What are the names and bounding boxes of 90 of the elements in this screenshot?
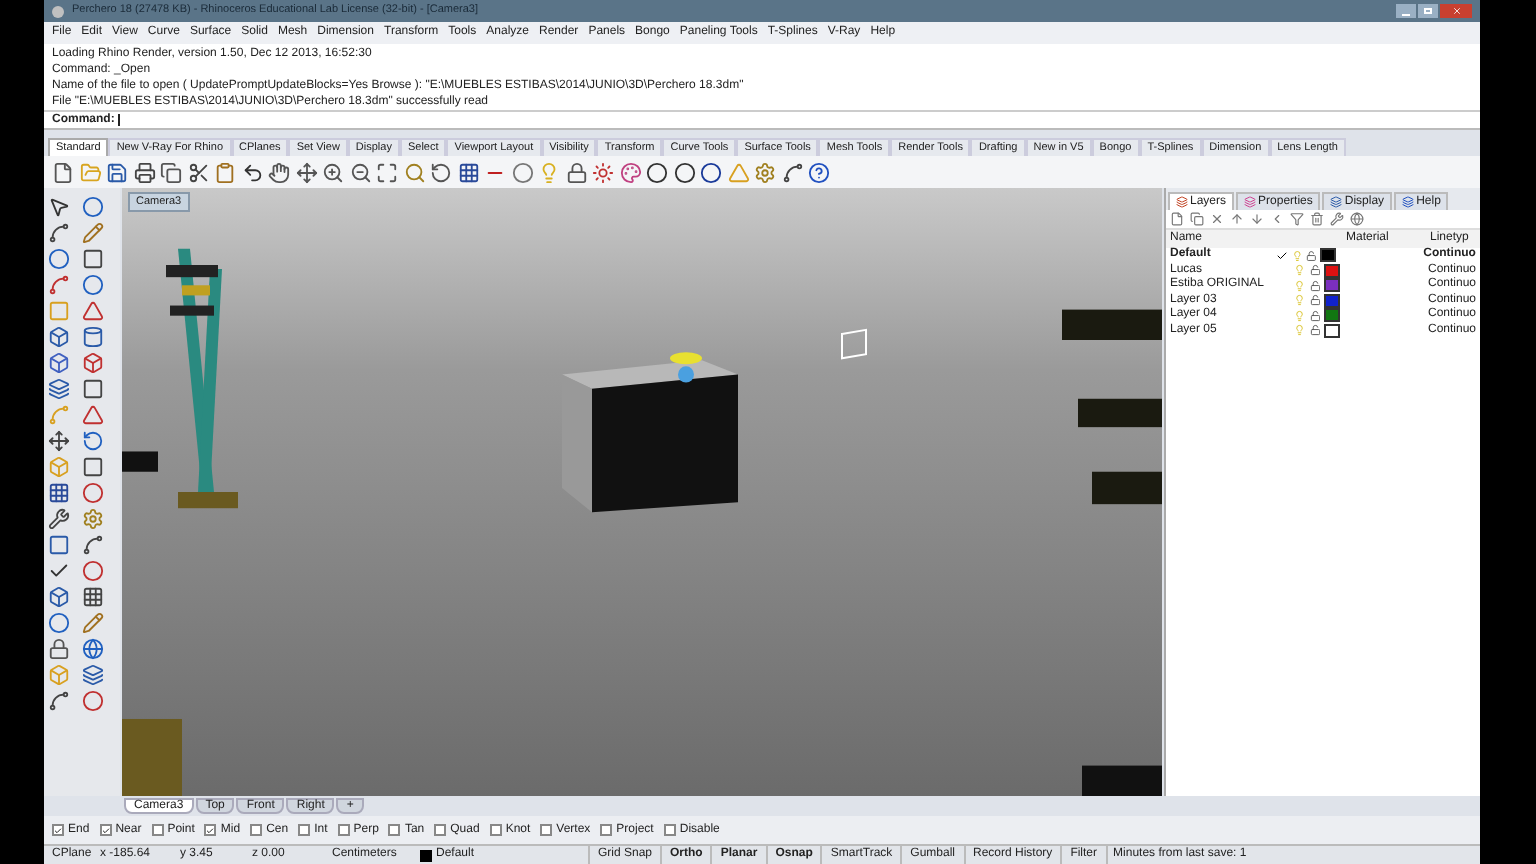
unlock-icon[interactable] — [1309, 279, 1321, 292]
help-icon[interactable] — [808, 161, 830, 183]
rectangle-icon[interactable] — [82, 248, 104, 270]
copy-icon[interactable] — [1190, 212, 1204, 226]
layers-icon — [1330, 196, 1343, 208]
check-icon[interactable] — [48, 560, 70, 582]
osnap-checkbox[interactable] — [663, 824, 676, 836]
globe-icon[interactable] — [1350, 212, 1364, 226]
unlock-icon[interactable] — [1309, 309, 1321, 322]
close-icon[interactable] — [1440, 4, 1472, 18]
circle-icon[interactable] — [48, 612, 70, 634]
up-arrow-icon[interactable] — [1230, 212, 1244, 226]
layers-icon — [1402, 196, 1415, 208]
osnap-checkbox[interactable] — [337, 824, 350, 836]
box-icon[interactable] — [48, 326, 70, 348]
grid-icon[interactable] — [457, 161, 479, 183]
app-icon — [52, 5, 64, 17]
clipboard-icon[interactable] — [214, 161, 236, 183]
circle-icon[interactable] — [511, 161, 533, 183]
osnap-checkbox[interactable] — [600, 824, 613, 836]
search-icon[interactable] — [403, 161, 425, 183]
lock-icon[interactable] — [48, 638, 70, 660]
cylinder-icon[interactable] — [82, 326, 104, 348]
cut-icon[interactable] — [187, 161, 209, 183]
copy-icon[interactable] — [160, 161, 182, 183]
rotate-icon[interactable] — [82, 430, 104, 452]
square-icon[interactable] — [82, 456, 104, 478]
globe-icon[interactable] — [82, 638, 104, 660]
layers-icon — [1244, 196, 1257, 208]
palette-icon[interactable] — [619, 161, 641, 183]
triangle-icon[interactable] — [82, 404, 104, 426]
zoom-out-icon[interactable] — [349, 161, 371, 183]
zoom-in-icon[interactable] — [322, 161, 344, 183]
layer-color-swatch[interactable] — [1324, 293, 1340, 308]
circle-icon[interactable] — [48, 248, 70, 270]
layer-color-swatch[interactable] — [1320, 248, 1336, 263]
osnap-checkbox[interactable] — [151, 824, 164, 836]
pencil-icon[interactable] — [82, 612, 104, 634]
square-icon[interactable] — [48, 534, 70, 556]
cube-icon[interactable] — [48, 352, 70, 374]
undo-icon[interactable] — [241, 161, 263, 183]
osnap-checkbox[interactable] — [388, 824, 401, 836]
osnap-checkbox[interactable] — [204, 824, 217, 836]
move-icon[interactable] — [48, 430, 70, 452]
layer-color-swatch[interactable] — [1324, 278, 1340, 293]
circle-icon[interactable] — [82, 482, 104, 504]
unlock-icon[interactable] — [1305, 249, 1317, 262]
osnap-checkbox[interactable] — [250, 824, 263, 836]
down-arrow-icon[interactable] — [1250, 212, 1264, 226]
hand-icon[interactable] — [268, 161, 290, 183]
printer-icon[interactable] — [133, 161, 155, 183]
unlock-icon[interactable] — [1309, 324, 1321, 337]
filter-icon[interactable] — [1290, 212, 1304, 226]
trash-icon[interactable] — [1310, 212, 1324, 226]
osnap-checkbox[interactable] — [298, 824, 311, 836]
circle-icon[interactable] — [82, 560, 104, 582]
rotate-icon[interactable] — [430, 161, 452, 183]
layer-color-swatch[interactable] — [1324, 263, 1340, 278]
spline-icon[interactable] — [48, 274, 70, 296]
osnap-checkbox[interactable] — [489, 824, 502, 836]
save-icon[interactable] — [106, 161, 128, 183]
unlock-icon[interactable] — [1309, 264, 1321, 277]
pencil-icon[interactable] — [82, 222, 104, 244]
grid-icon[interactable] — [48, 482, 70, 504]
move-icon[interactable] — [295, 161, 317, 183]
wrench-icon[interactable] — [48, 508, 70, 530]
lock-icon[interactable] — [565, 161, 587, 183]
layers-icon — [1176, 196, 1188, 208]
layer-color-swatch[interactable] — [1324, 323, 1340, 338]
osnap-checkbox[interactable] — [99, 824, 112, 836]
new-layer-icon[interactable] — [1170, 212, 1184, 226]
layer-color-swatch[interactable] — [1324, 308, 1340, 323]
circle-icon[interactable] — [82, 690, 104, 712]
unlock-icon[interactable] — [1309, 294, 1321, 307]
curve-icon[interactable] — [48, 222, 70, 244]
osnap-checkbox[interactable] — [434, 824, 447, 836]
triangle-icon[interactable] — [82, 300, 104, 322]
box-icon[interactable] — [48, 586, 70, 608]
wrench-icon[interactable] — [1330, 212, 1344, 226]
select-icon[interactable] — [48, 196, 70, 218]
osnap-checkbox[interactable] — [52, 824, 64, 836]
spline-icon[interactable] — [48, 690, 70, 712]
spline-icon[interactable] — [82, 534, 104, 556]
layers-icon[interactable] — [48, 378, 70, 400]
layers-icon[interactable] — [82, 664, 104, 686]
grid-icon[interactable] — [82, 586, 104, 608]
delete-icon[interactable] — [1210, 212, 1224, 226]
file-icon[interactable] — [52, 161, 74, 183]
zoom-extents-icon[interactable] — [376, 161, 398, 183]
osnap-checkbox[interactable] — [540, 824, 553, 836]
